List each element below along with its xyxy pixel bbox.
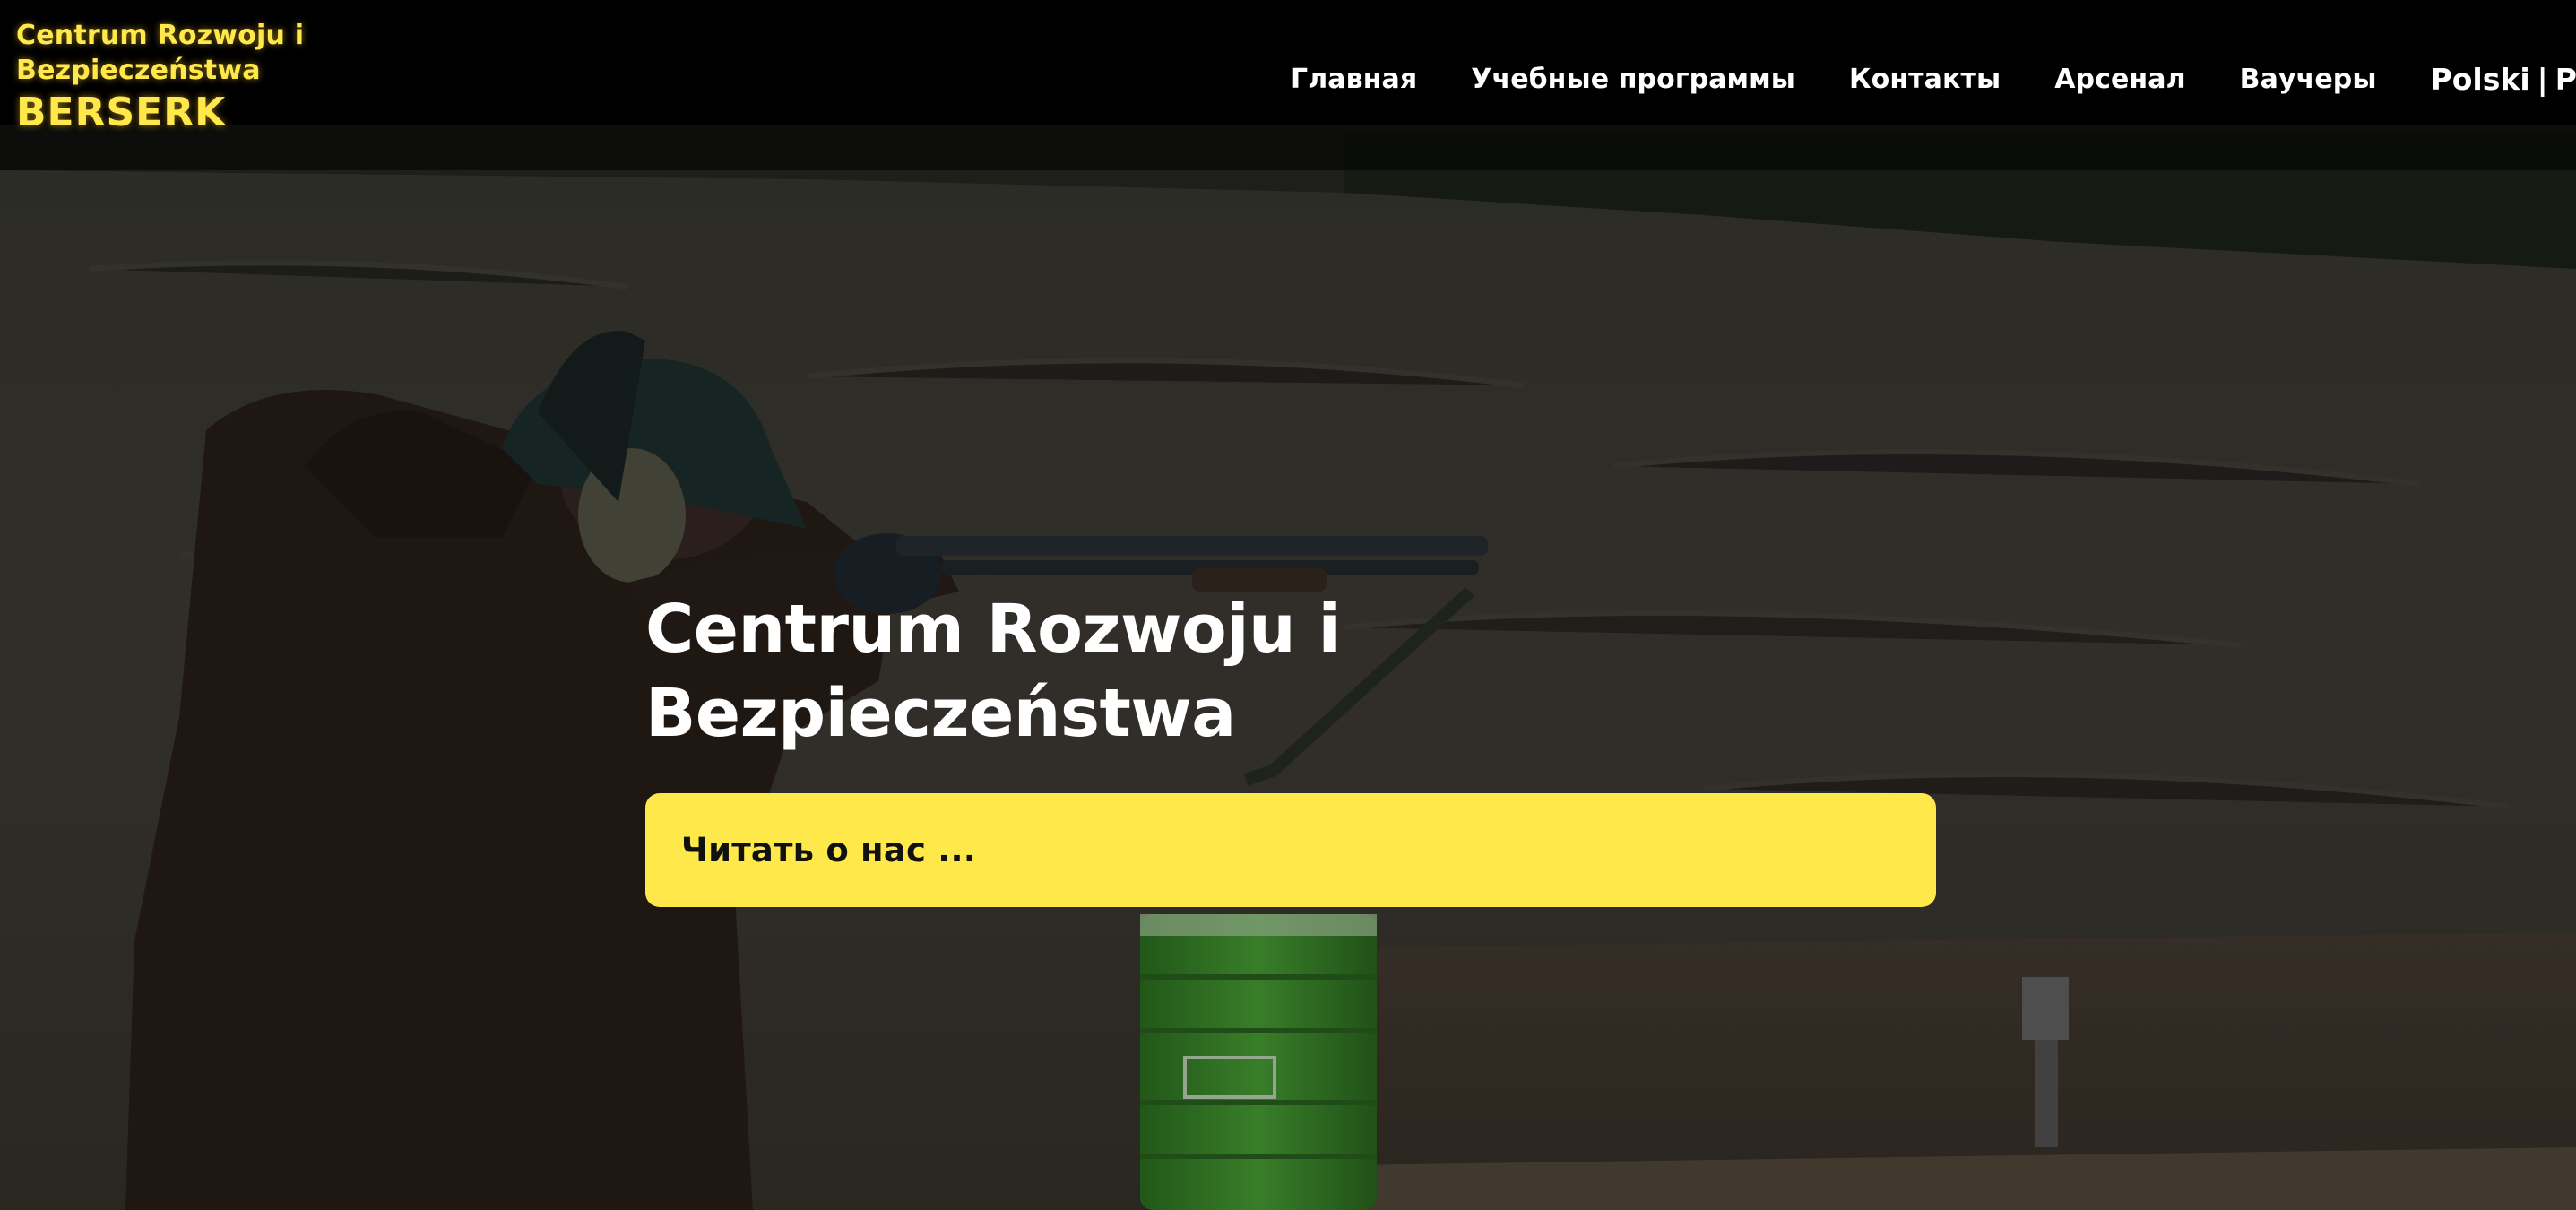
language-switcher: Polski | Русский — [2431, 57, 2576, 102]
read-about-us-button[interactable]: Читать о нас ... — [645, 793, 1936, 907]
nav-item-vouchers[interactable]: Ваучеры — [2240, 57, 2377, 102]
site-header: Centrum Rozwoju i Bezpieczeństwa BERSERK… — [0, 0, 2576, 135]
nav-item-arsenal[interactable]: Арсенал — [2054, 57, 2185, 102]
hero-title-line-1: Centrum Rozwoju i — [645, 591, 1341, 668]
nav-item-training-programs[interactable]: Учебные программы — [1471, 57, 1795, 102]
logo-line-2: Bezpieczeństwa — [16, 55, 261, 86]
read-about-us-label: Читать о нас ... — [681, 831, 976, 869]
header-shadow — [0, 125, 2576, 170]
hero-title-line-2: Bezpieczeństwa — [645, 675, 1236, 752]
page: Centrum Rozwoju i Bezpieczeństwa BERSERK… — [0, 0, 2576, 1210]
language-separator: | — [2537, 62, 2548, 97]
hero-title: Centrum Rozwoju i Bezpieczeństwa — [645, 587, 1452, 756]
nav-item-home[interactable]: Главная — [1291, 57, 1417, 102]
language-option-polish[interactable]: Polski — [2431, 57, 2530, 102]
language-option-russian[interactable]: Русский — [2555, 57, 2576, 102]
logo-brand: BERSERK — [16, 90, 227, 135]
nav-item-contacts[interactable]: Контакты — [1849, 57, 2001, 102]
logo-line-1: Centrum Rozwoju i — [16, 20, 305, 51]
site-logo[interactable]: Centrum Rozwoju i Bezpieczeństwa BERSERK — [16, 18, 321, 136]
main-nav: Главная Учебные программы Контакты Арсен… — [1291, 57, 2576, 102]
